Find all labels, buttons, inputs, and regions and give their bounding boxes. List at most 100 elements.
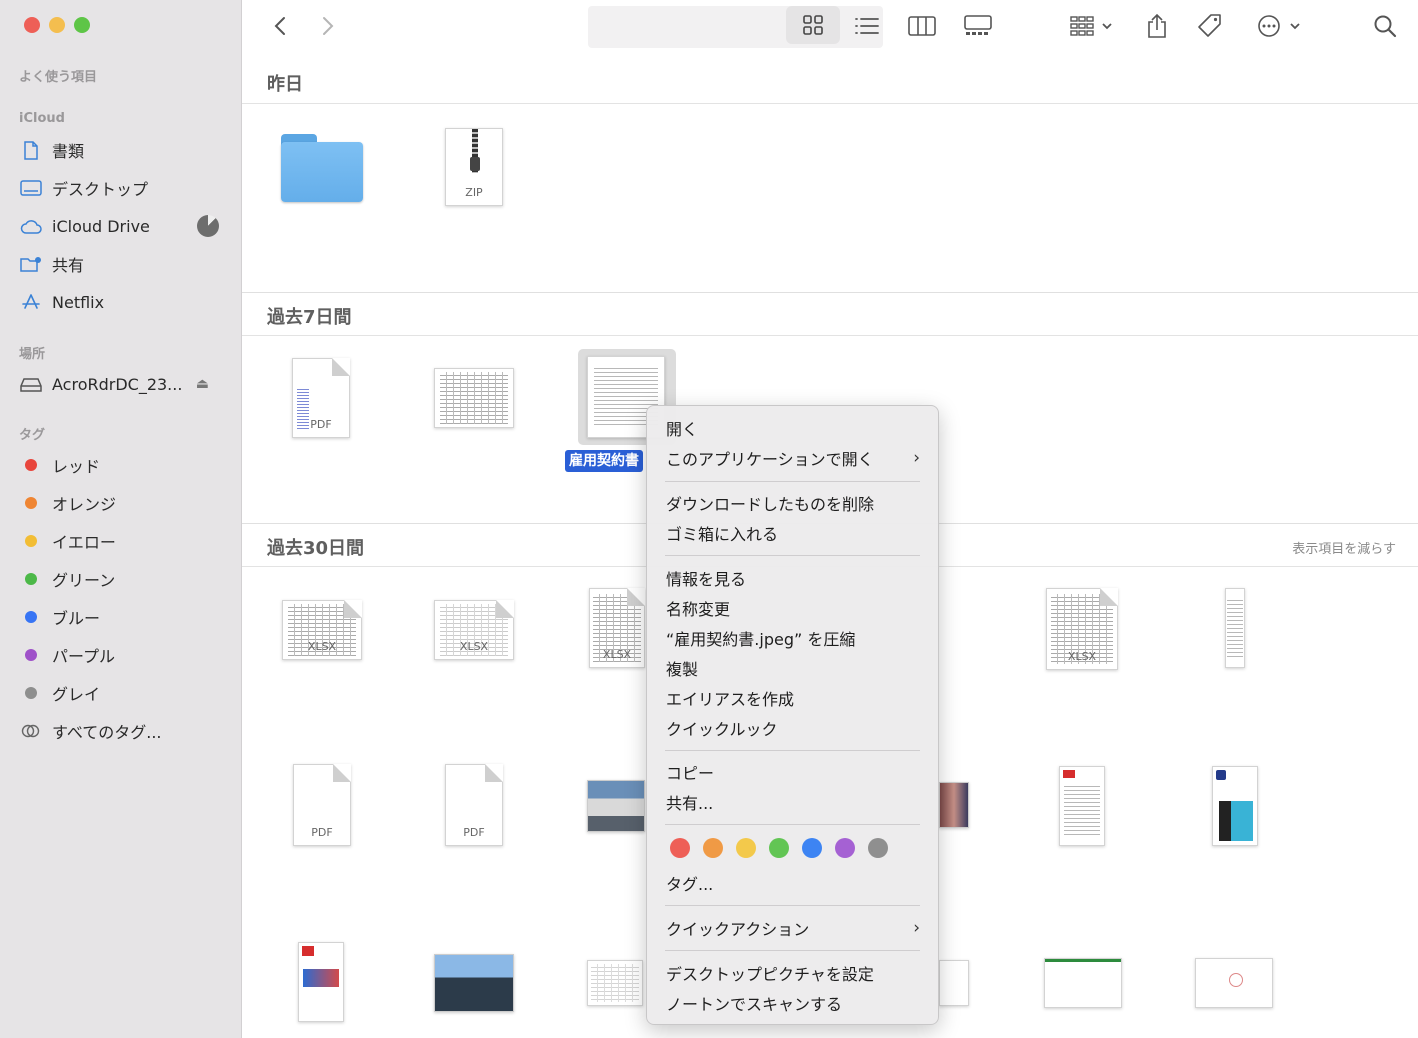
sidebar-item-label: グリーン [52,571,116,590]
tag-color-purple[interactable] [835,838,855,858]
tag-button[interactable] [1196,10,1224,42]
menu-item-label: このアプリケーションで開く [666,450,874,469]
spreadsheet-file-item[interactable] [939,960,969,1006]
sidebar-item-label: AcroRdrDC_23... [52,374,183,394]
screenshot-file-item[interactable] [1212,766,1258,846]
sidebar-item-label: Netflix [52,292,105,312]
window-controls [24,17,90,33]
menu-item-get-info[interactable]: 情報を見る [666,565,920,591]
close-window-button[interactable] [24,17,40,33]
eject-icon[interactable]: ⏏ [196,376,209,392]
menu-separator [665,481,920,482]
spreadsheet-file-item[interactable] [434,368,514,428]
zoom-window-button[interactable] [74,17,90,33]
share-button[interactable] [1144,10,1170,42]
photo-file-item[interactable] [587,780,645,832]
sidebar-item-icloud-drive[interactable]: iCloud Drive [20,212,225,240]
more-actions-button[interactable] [1254,10,1306,42]
pdf-file-item[interactable]: PDF [293,764,351,846]
group-header-last7: 過去7日間 [242,292,1418,336]
sidebar-tag-blue[interactable]: ブルー [20,603,225,631]
xlsx-file-item[interactable]: XLSX [434,600,514,660]
tag-color-gray[interactable] [868,838,888,858]
image-file-item[interactable] [298,942,344,1022]
pdf-file-item[interactable]: PDF [292,358,350,438]
sidebar: よく使う項目 iCloud 書類 デスクトップ iCloud Drive 共有 … [0,0,242,1038]
share-icon [1148,13,1166,38]
icon-view-button[interactable] [786,6,840,44]
context-menu: 開く このアプリケーションで開く › ダウンロードしたものを削除 ゴミ箱に入れる… [646,405,939,1025]
screenshot-file-item[interactable] [1059,766,1105,846]
sidebar-tag-orange[interactable]: オレンジ [20,489,225,517]
list-view-button[interactable] [852,10,882,42]
tag-color-orange[interactable] [703,838,723,858]
sidebar-item-label: オレンジ [52,495,117,514]
menu-item-norton-scan[interactable]: ノートンでスキャンする [666,990,920,1016]
menu-item-delete-download[interactable]: ダウンロードしたものを削除 [666,490,920,516]
tag-color-yellow[interactable] [736,838,756,858]
menu-item-open[interactable]: 開く [666,415,920,441]
menu-item-rename[interactable]: 名称変更 [666,595,920,621]
tag-color-green[interactable] [769,838,789,858]
forward-button[interactable] [316,10,340,42]
menu-separator [665,750,920,751]
group-button[interactable] [1066,10,1118,42]
sidebar-item-netflix[interactable]: Netflix [20,288,225,316]
sidebar-tag-yellow[interactable]: イエロー [20,527,225,555]
sidebar-tag-purple[interactable]: パープル [20,641,225,669]
sidebar-item-shared[interactable]: 共有 [20,250,225,278]
sidebar-item-acrordrdc[interactable]: AcroRdrDC_23... ⏏ [20,370,225,398]
selected-file-label[interactable]: 雇用契約書 [565,450,643,472]
menu-item-share[interactable]: 共有... [666,789,920,815]
menu-item-duplicate[interactable]: 複製 [666,655,920,681]
sidebar-tag-red[interactable]: レッド [20,451,225,479]
menu-item-quick-actions[interactable]: クイックアクション › [666,915,920,941]
sidebar-all-tags[interactable]: すべてのタグ... [20,717,225,745]
menu-item-compress[interactable]: “雇用契約書.jpeg” を圧縮 [666,625,920,651]
menu-item-set-desktop-picture[interactable]: デスクトップピクチャを設定 [666,960,920,986]
back-button[interactable] [268,10,292,42]
image-file-item[interactable] [1195,958,1273,1008]
xlsx-file-item[interactable]: XLSX [1046,588,1118,670]
file-ext-label: PDF [310,418,332,431]
photo-file-item[interactable] [939,782,969,828]
app-store-icon [20,292,42,312]
sidebar-item-label: デスクトップ [52,180,149,199]
pdf-file-item[interactable]: PDF [445,764,503,846]
photo-file-item[interactable] [434,954,514,1012]
menu-item-tags[interactable]: タグ... [666,870,920,896]
menu-item-make-alias[interactable]: エイリアスを作成 [666,685,920,711]
sidebar-item-label: グレイ [52,685,101,704]
file-ext-label: PDF [463,826,485,839]
column-view-button[interactable] [906,10,938,42]
menu-item-move-to-trash[interactable]: ゴミ箱に入れる [666,520,920,546]
sidebar-tag-gray[interactable]: グレイ [20,679,225,707]
folder-item[interactable] [281,134,363,202]
zip-file-item[interactable]: ZIP [445,128,503,206]
menu-item-copy[interactable]: コピー [666,759,920,785]
tag-color-blue[interactable] [802,838,822,858]
minimize-window-button[interactable] [49,17,65,33]
gallery-view-button[interactable] [962,10,994,42]
show-less-link[interactable]: 表示項目を減らす [1292,538,1396,557]
search-button[interactable] [1372,10,1398,42]
menu-item-open-with[interactable]: このアプリケーションで開く › [666,445,920,471]
menu-item-quick-look[interactable]: クイックルック [666,715,920,741]
gallery-view-icon [964,15,992,35]
shared-folder-icon [20,254,42,274]
file-ext-label: XLSX [459,640,489,653]
spreadsheet-file-item[interactable] [587,960,643,1006]
favorites-header: よく使う項目 [19,70,98,85]
tag-color-picker [670,838,888,858]
xlsx-file-item[interactable]: XLSX [589,588,645,668]
tag-color-red[interactable] [670,838,690,858]
sidebar-tag-green[interactable]: グリーン [20,565,225,593]
sidebar-item-label: パープル [52,647,116,666]
sidebar-item-desktop[interactable]: デスクトップ [20,174,225,202]
xlsx-file-item[interactable]: XLSX [282,600,362,660]
spreadsheet-file-item[interactable] [1044,958,1122,1008]
sidebar-item-label: レッド [52,457,101,476]
narrow-document-item[interactable] [1225,588,1245,668]
more-icon [1258,15,1300,37]
sidebar-item-documents[interactable]: 書類 [20,136,225,164]
